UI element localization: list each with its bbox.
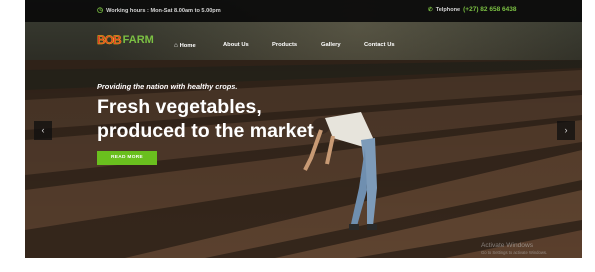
nav-contact-us[interactable]: Contact Us bbox=[364, 42, 395, 48]
watermark-line1: Activate Windows bbox=[481, 242, 534, 249]
logo-text-part2: FARM bbox=[122, 34, 154, 46]
carousel-next-button[interactable]: › bbox=[557, 121, 575, 140]
site-logo[interactable]: BOB FARM bbox=[97, 33, 154, 47]
hero-subtitle: Providing the nation with healthy crops. bbox=[97, 82, 238, 91]
hero-title-line2: produced to the market bbox=[97, 120, 314, 142]
contact-phone: ✆ Telphone (+27) 82 658 6438 bbox=[428, 6, 516, 13]
logo-text-part1: BOB bbox=[97, 33, 122, 47]
nav-about-us[interactable]: About Us bbox=[223, 42, 249, 48]
phone-number[interactable]: (+27) 82 658 6438 bbox=[463, 6, 516, 13]
working-hours-text: Working hours : Mon-Sat 8.00am to 5.00pm bbox=[106, 8, 221, 14]
working-hours: ◷ Working hours : Mon-Sat 8.00am to 5.00p… bbox=[97, 6, 221, 14]
watermark-line2: Go to Settings to activate Windows. bbox=[481, 250, 548, 255]
hero-title-line1: Fresh vegetables, bbox=[97, 96, 262, 118]
nav-home-label: Home bbox=[179, 43, 196, 49]
hero-slider: ◷ Working hours : Mon-Sat 8.00am to 5.00p… bbox=[25, 0, 582, 258]
hero-title: Fresh vegetables, produced to the market bbox=[97, 95, 314, 143]
phone-icon: ✆ bbox=[428, 7, 433, 13]
nav-gallery[interactable]: Gallery bbox=[321, 42, 341, 48]
chevron-right-icon: › bbox=[564, 125, 568, 135]
chevron-left-icon: ‹ bbox=[41, 125, 45, 135]
carousel-prev-button[interactable]: ‹ bbox=[34, 121, 52, 140]
top-info-bar: ◷ Working hours : Mon-Sat 8.00am to 5.00p… bbox=[25, 0, 582, 22]
read-more-button[interactable]: READ MORE bbox=[97, 151, 157, 165]
home-icon: ⌂ bbox=[174, 42, 178, 49]
phone-label: Telphone bbox=[435, 7, 461, 13]
windows-activation-watermark: Activate Windows Go to Settings to activ… bbox=[481, 242, 547, 255]
clock-icon: ◷ bbox=[97, 7, 104, 14]
nav-products[interactable]: Products bbox=[272, 42, 297, 48]
nav-home[interactable]: ⌂ Home bbox=[174, 42, 196, 49]
